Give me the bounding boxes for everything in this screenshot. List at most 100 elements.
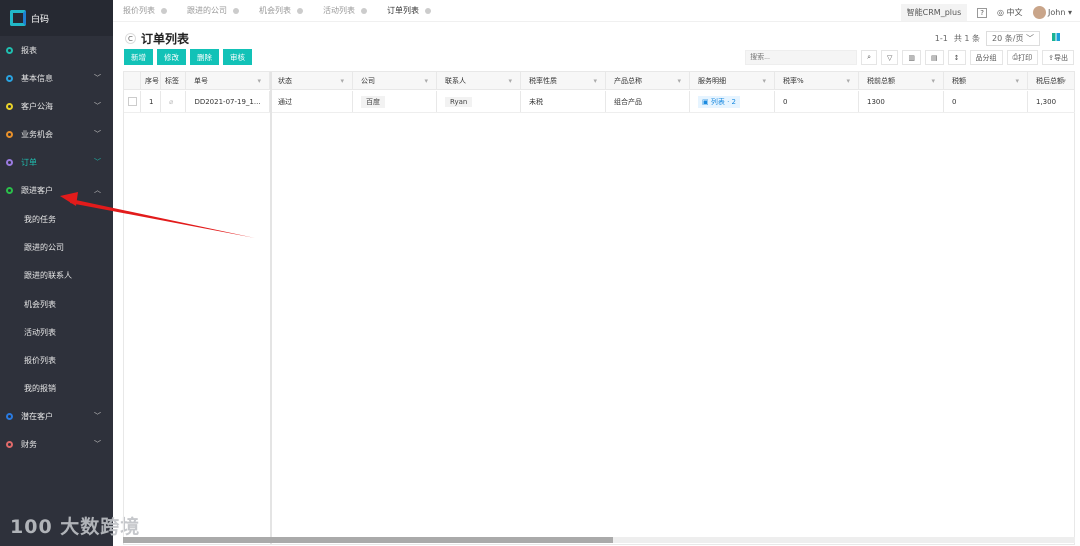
delete-button[interactable]: 删除 [190, 49, 219, 65]
user-name: John ▾ [1048, 8, 1072, 17]
sidebar-subitem[interactable]: 跟进的联系人 [24, 270, 72, 281]
tab[interactable]: 报价列表 [113, 5, 177, 16]
sidebar-subitem[interactable]: 跟进的公司 [24, 242, 64, 253]
print-button[interactable]: ⎙ 打印 [1006, 50, 1039, 65]
layout-grid-icon[interactable] [1052, 33, 1060, 41]
brand-name: 白码 [31, 14, 50, 25]
circle-icon [6, 412, 13, 420]
sidebar-item[interactable]: 客户公海 ﹀ [0, 92, 113, 120]
chevron-icon: ﹀ [94, 412, 101, 420]
chevron-icon: ﹀ [94, 158, 101, 166]
column-header[interactable]: 税额 [944, 72, 1028, 89]
sidebar-item-label: 报表 [21, 45, 37, 55]
chevron-icon: ﹀ [94, 130, 101, 138]
approve-button[interactable]: 审核 [223, 49, 252, 65]
print-label: 打印 [1018, 53, 1033, 62]
sidebar-item[interactable]: 潜在客户 ﹀ [0, 402, 113, 430]
circle-icon [6, 130, 13, 138]
sidebar-subitem[interactable]: 机会列表 [24, 299, 56, 310]
sidebar-subitem[interactable]: 报价列表 [24, 355, 56, 366]
tab[interactable]: 活动列表 [313, 5, 377, 16]
sidebar-item-label: 潜在客户 [21, 411, 53, 421]
sidebar-item[interactable]: 业务机会 ﹀ [0, 120, 113, 148]
user-menu[interactable]: John ▾ [1032, 6, 1072, 19]
help-icon[interactable]: ? [977, 7, 987, 18]
action-buttons: 新增 修改 删除 审核 [124, 49, 252, 65]
column-header[interactable]: 产品总称 [606, 72, 690, 89]
close-icon[interactable] [297, 7, 303, 14]
service-detail-link[interactable]: ▣ 列表 · 2 [698, 95, 740, 108]
circle-icon [6, 186, 13, 194]
column-header[interactable]: 税率性质 [521, 72, 606, 89]
search-input[interactable] [745, 50, 858, 65]
column-header[interactable]: 服务明细 [690, 72, 775, 89]
sidebar-item[interactable]: 财务 ﹀ [0, 430, 113, 458]
export-button[interactable]: ⇪ 导出 [1042, 50, 1074, 65]
row-checkbox[interactable] [128, 97, 137, 106]
close-icon[interactable] [161, 7, 167, 14]
chart-icon[interactable]: ▥ [902, 50, 922, 65]
column-header[interactable]: 税率% [775, 72, 859, 89]
language-switch[interactable]: ◎ 中文 [997, 7, 1023, 18]
horizontal-scrollbar[interactable] [123, 537, 1075, 543]
circle-icon [6, 102, 13, 110]
column-header[interactable]: 标签 [161, 72, 186, 89]
tab-label: 跟进的公司 [187, 6, 227, 15]
sidebar-item-label: 财务 [21, 439, 37, 449]
sidebar-subitem[interactable]: 我的任务 [24, 214, 56, 225]
sidebar-item-label: 基本信息 [21, 73, 53, 83]
tab-label: 活动列表 [323, 6, 355, 15]
table-cell: 组合产品 [606, 91, 690, 112]
close-icon[interactable] [361, 7, 367, 14]
page-size-select[interactable]: 20 条/页 ﹀ [986, 31, 1040, 46]
tab[interactable]: 跟进的公司 [177, 5, 249, 16]
column-header[interactable]: 税后总额 [1028, 72, 1075, 89]
group-label: 分组 [982, 53, 997, 62]
sidebar-item[interactable]: 报表 [0, 36, 113, 64]
edit-button[interactable]: 修改 [157, 49, 186, 65]
sidebar-item[interactable]: 跟进客户 ︿ [0, 176, 113, 204]
sidebar-item-label: 订单 [21, 157, 37, 167]
scrollbar-thumb[interactable] [123, 537, 613, 543]
watermark: 100 大数跨境 [10, 516, 141, 538]
table-cell: DD2021-07-19_1... [186, 91, 270, 112]
tag-icon[interactable]: ⌀ [169, 98, 173, 106]
sidebar-subitem[interactable]: 活动列表 [24, 327, 56, 338]
columns-icon[interactable]: ▤ [925, 50, 944, 65]
circle-icon [6, 46, 13, 54]
logo[interactable]: 白码 [0, 0, 113, 36]
sidebar-item[interactable]: 基本信息 ﹀ [0, 64, 113, 92]
column-header[interactable]: 单号 [186, 72, 270, 89]
filter-icon[interactable]: ▽ [881, 50, 899, 65]
add-button[interactable]: 新增 [124, 49, 153, 65]
tab-label: 报价列表 [123, 6, 155, 15]
tab-label: 订单列表 [387, 6, 419, 15]
column-header[interactable]: 公司 [353, 72, 437, 89]
page-title: 订单列表 [141, 32, 190, 46]
sidebar-subitem[interactable]: 我的报销 [24, 383, 56, 394]
column-header[interactable]: 联系人 [437, 72, 521, 89]
table-cell: 1,300 [1028, 91, 1075, 112]
column-header[interactable]: 序号 [141, 72, 161, 89]
table-cell: 1 [141, 91, 161, 112]
sort-icon[interactable]: ↕ [947, 50, 966, 65]
contact-tag[interactable]: Ryan [445, 96, 473, 107]
table-row[interactable]: 1 ⌀ DD2021-07-19_1... 通过 百度 Ryan 未税 组合产品 ▣ 列表 · … [124, 91, 1075, 113]
close-icon[interactable] [425, 7, 431, 14]
search-icon[interactable]: ⌕ [861, 50, 877, 65]
company-tag[interactable]: 百度 [361, 95, 385, 108]
app-switcher[interactable]: 智能CRM_plus [900, 4, 968, 21]
tab[interactable]: 订单列表 [377, 5, 441, 16]
group-button[interactable]: 品 分组 [969, 50, 1003, 65]
column-header[interactable] [124, 72, 141, 89]
sidebar-item[interactable]: 订单 ﹀ [0, 148, 113, 176]
tab[interactable]: 机会列表 [249, 5, 313, 16]
sidebar-item-label: 跟进客户 [21, 185, 53, 195]
column-header[interactable]: 状态 [270, 72, 353, 89]
header-right: 智能CRM_plus ? ◎ 中文 John ▾ [900, 4, 1072, 21]
circle-icon [6, 158, 13, 166]
refresh-icon[interactable]: C [125, 33, 136, 44]
column-header[interactable]: 税前总额 [859, 72, 944, 89]
close-icon[interactable] [233, 7, 239, 14]
circle-icon [6, 440, 13, 448]
